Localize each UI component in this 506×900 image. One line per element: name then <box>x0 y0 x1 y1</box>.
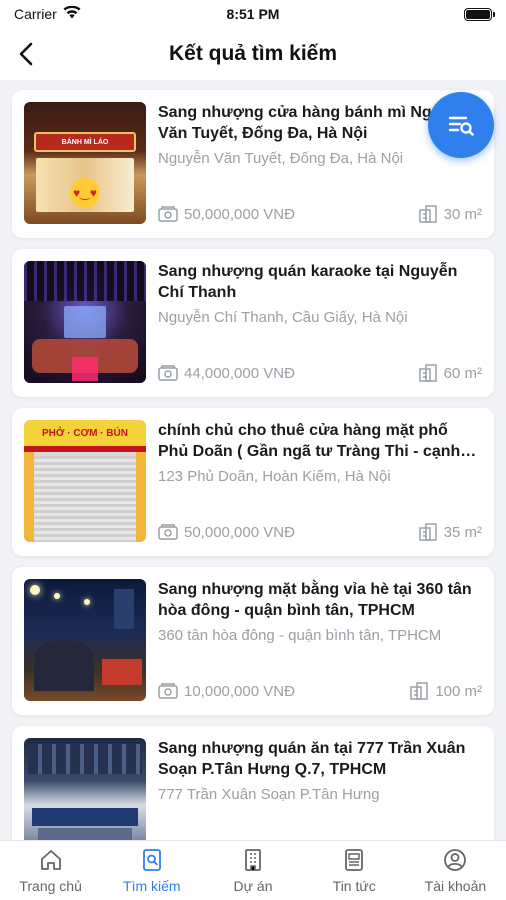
listing-price: 50,000,000 VNĐ <box>184 205 295 223</box>
listing-card[interactable]: Sang nhượng quán ăn tại 777 Trần Xuân So… <box>12 726 494 840</box>
heart-eyes-emoji-icon: ♥‿♥ <box>70 178 100 208</box>
news-icon <box>345 848 364 871</box>
listing-address: 360 tân hòa đông - quận bình tân, TPHCM <box>158 627 442 644</box>
listing-thumbnail[interactable]: BÁNH MÌ LÁO ♥‿♥ <box>24 102 146 224</box>
tab-label: Tài khoản <box>424 877 487 894</box>
shop-sign: PHỞ · CƠM · BÚN <box>24 420 146 446</box>
search-results-list[interactable]: BÁNH MÌ LÁO ♥‿♥ Sang nhượng cửa hàng bán… <box>0 80 506 840</box>
price-tag-icon <box>158 683 178 699</box>
back-button[interactable] <box>8 36 44 72</box>
carrier-label: Carrier <box>14 6 57 22</box>
filter-button[interactable] <box>428 92 494 158</box>
listing-card[interactable]: Sang nhượng mặt bằng vỉa hè tại 360 tân … <box>12 567 494 715</box>
price-tag-icon <box>158 524 178 540</box>
listing-title: Sang nhượng quán ăn tại 777 Trần Xuân So… <box>158 740 466 778</box>
listing-area: 60 m² <box>443 364 482 382</box>
listing-thumbnail[interactable] <box>24 738 146 840</box>
listing-area: 100 m² <box>435 682 482 700</box>
tab-label: Trang chủ <box>19 877 82 894</box>
tab-account[interactable]: Tài khoản <box>405 841 506 900</box>
listing-card[interactable]: Sang nhượng quán karaoke tại Nguyễn Chí … <box>12 249 494 397</box>
tab-label: Dự án <box>233 877 273 894</box>
shop-sign: BÁNH MÌ LÁO <box>34 132 136 152</box>
listing-thumbnail[interactable] <box>24 261 146 383</box>
tab-home[interactable]: Trang chủ <box>0 841 101 900</box>
listing-price: 44,000,000 VNĐ <box>184 364 295 382</box>
price-tag-icon <box>158 365 178 381</box>
tab-label: Tin tức <box>332 877 376 894</box>
area-icon <box>418 523 437 541</box>
listing-title: Sang nhượng mặt bằng vỉa hè tại 360 tân … <box>158 581 472 619</box>
listing-address: Nguyễn Văn Tuyết, Đống Đa, Hà Nội <box>158 150 404 167</box>
area-icon <box>418 364 437 382</box>
listing-price: 10,000,000 VNĐ <box>184 682 295 700</box>
tab-label: Tìm kiếm <box>123 877 181 894</box>
area-icon <box>418 205 437 223</box>
filter-search-icon <box>448 116 474 136</box>
listing-card[interactable]: PHỞ · CƠM · BÚN chính chủ cho thuê cửa h… <box>12 408 494 556</box>
listing-area: 30 m² <box>443 205 482 223</box>
chevron-left-icon <box>19 42 33 66</box>
listing-thumbnail[interactable] <box>24 579 146 701</box>
status-time: 8:51 PM <box>226 6 280 22</box>
listing-address: 777 Trần Xuân Soạn P.Tân Hưng <box>158 786 380 803</box>
tab-search[interactable]: Tìm kiếm <box>101 841 202 900</box>
listing-card[interactable]: BÁNH MÌ LÁO ♥‿♥ Sang nhượng cửa hàng bán… <box>12 90 494 238</box>
tab-news[interactable]: Tin tức <box>304 841 405 900</box>
bottom-tab-bar: Trang chủ Tìm kiếm Dự án Tin tức Tài kho… <box>0 840 506 900</box>
home-icon <box>40 849 61 870</box>
page-title: Kết quả tìm kiếm <box>168 42 338 65</box>
status-bar: Carrier 8:51 PM <box>0 0 506 28</box>
wifi-icon <box>63 5 81 22</box>
nav-header: Kết quả tìm kiếm <box>0 28 506 80</box>
account-icon <box>444 848 467 871</box>
listing-area: 35 m² <box>443 523 482 541</box>
battery-icon <box>464 7 495 21</box>
search-document-icon <box>142 848 161 871</box>
listing-title: Sang nhượng quán karaoke tại Nguyễn Chí … <box>158 263 458 301</box>
listing-price: 50,000,000 VNĐ <box>184 523 295 541</box>
tab-projects[interactable]: Dự án <box>202 841 303 900</box>
price-tag-icon <box>158 206 178 222</box>
listing-thumbnail[interactable]: PHỞ · CƠM · BÚN <box>24 420 146 542</box>
listing-address: Nguyễn Chí Thanh, Cầu Giấy, Hà Nội <box>158 309 408 326</box>
building-icon <box>245 848 261 871</box>
listing-title: chính chủ cho thuê cửa hàng mặt phố Phủ … <box>158 422 461 460</box>
area-icon <box>410 682 429 700</box>
listing-address: 123 Phủ Doãn, Hoàn Kiếm, Hà Nội <box>158 468 391 485</box>
